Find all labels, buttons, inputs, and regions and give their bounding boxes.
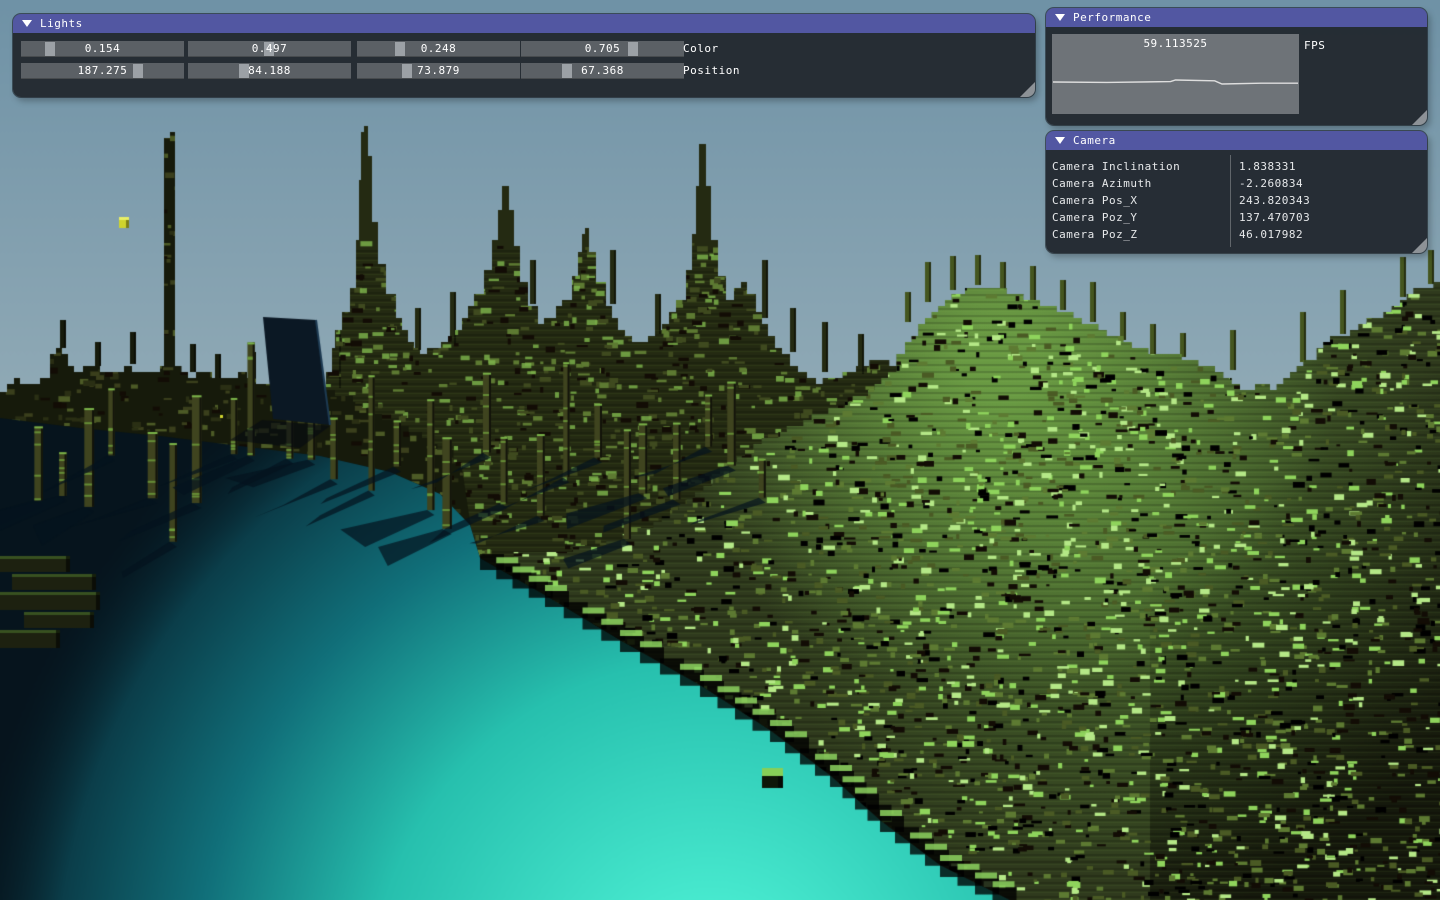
light-color-slider-1[interactable]: 0.154 [21, 41, 184, 57]
slider-value: 187.275 [21, 63, 184, 79]
camera-inclination-row: Camera Inclination 1.838331 [1046, 158, 1427, 175]
fps-graph: 59.113525 [1052, 34, 1299, 114]
resize-grip-icon[interactable] [1412, 110, 1427, 125]
color-row-label: Color [683, 41, 719, 57]
camera-azimuth-row: Camera Azimuth -2.260834 [1046, 175, 1427, 192]
slider-value: 0.497 [188, 41, 351, 57]
camera-row-value: 137.470703 [1239, 209, 1310, 226]
camera-row-label: Camera Inclination [1052, 158, 1180, 175]
resize-grip-icon[interactable] [1412, 238, 1427, 253]
camera-pos-y-row: Camera Poz_Y 137.470703 [1046, 209, 1427, 226]
collapse-icon[interactable] [1055, 137, 1065, 144]
camera-row-label: Camera Azimuth [1052, 175, 1152, 192]
fps-label: FPS [1304, 39, 1325, 52]
camera-title: Camera [1073, 134, 1116, 147]
slider-value: 0.248 [357, 41, 520, 57]
fps-value: 59.113525 [1052, 37, 1299, 50]
slider-value: 0.705 [521, 41, 684, 57]
camera-row-label: Camera Poz_Z [1052, 226, 1137, 243]
camera-row-value: 1.838331 [1239, 158, 1296, 175]
light-position-slider-4[interactable]: 67.368 [521, 63, 684, 79]
light-position-slider-1[interactable]: 187.275 [21, 63, 184, 79]
camera-row-value: 46.017982 [1239, 226, 1303, 243]
performance-title: Performance [1073, 11, 1151, 24]
camera-row-label: Camera Pos_X [1052, 192, 1137, 209]
camera-row-value: -2.260834 [1239, 175, 1303, 192]
camera-panel: Camera Camera Inclination 1.838331 Camer… [1046, 131, 1427, 253]
slider-value: 84.188 [188, 63, 351, 79]
camera-pos-x-row: Camera Pos_X 243.820343 [1046, 192, 1427, 209]
lights-panel: Lights 0.154 0.497 0.248 0.705 Color 187… [13, 14, 1035, 97]
slider-value: 0.154 [21, 41, 184, 57]
lights-titlebar[interactable]: Lights [13, 14, 1035, 33]
light-position-slider-3[interactable]: 73.879 [357, 63, 520, 79]
performance-panel: Performance 59.113525 FPS [1046, 8, 1427, 125]
slider-value: 73.879 [357, 63, 520, 79]
light-color-slider-2[interactable]: 0.497 [188, 41, 351, 57]
resize-grip-icon[interactable] [1020, 82, 1035, 97]
camera-row-label: Camera Poz_Y [1052, 209, 1137, 226]
light-color-slider-4[interactable]: 0.705 [521, 41, 684, 57]
light-position-slider-2[interactable]: 84.188 [188, 63, 351, 79]
camera-titlebar[interactable]: Camera [1046, 131, 1427, 150]
light-color-slider-3[interactable]: 0.248 [357, 41, 520, 57]
collapse-icon[interactable] [1055, 14, 1065, 21]
slider-value: 67.368 [521, 63, 684, 79]
camera-pos-z-row: Camera Poz_Z 46.017982 [1046, 226, 1427, 243]
lights-title: Lights [40, 17, 83, 30]
collapse-icon[interactable] [22, 20, 32, 27]
position-row-label: Position [683, 63, 740, 79]
performance-titlebar[interactable]: Performance [1046, 8, 1427, 27]
camera-row-value: 243.820343 [1239, 192, 1310, 209]
